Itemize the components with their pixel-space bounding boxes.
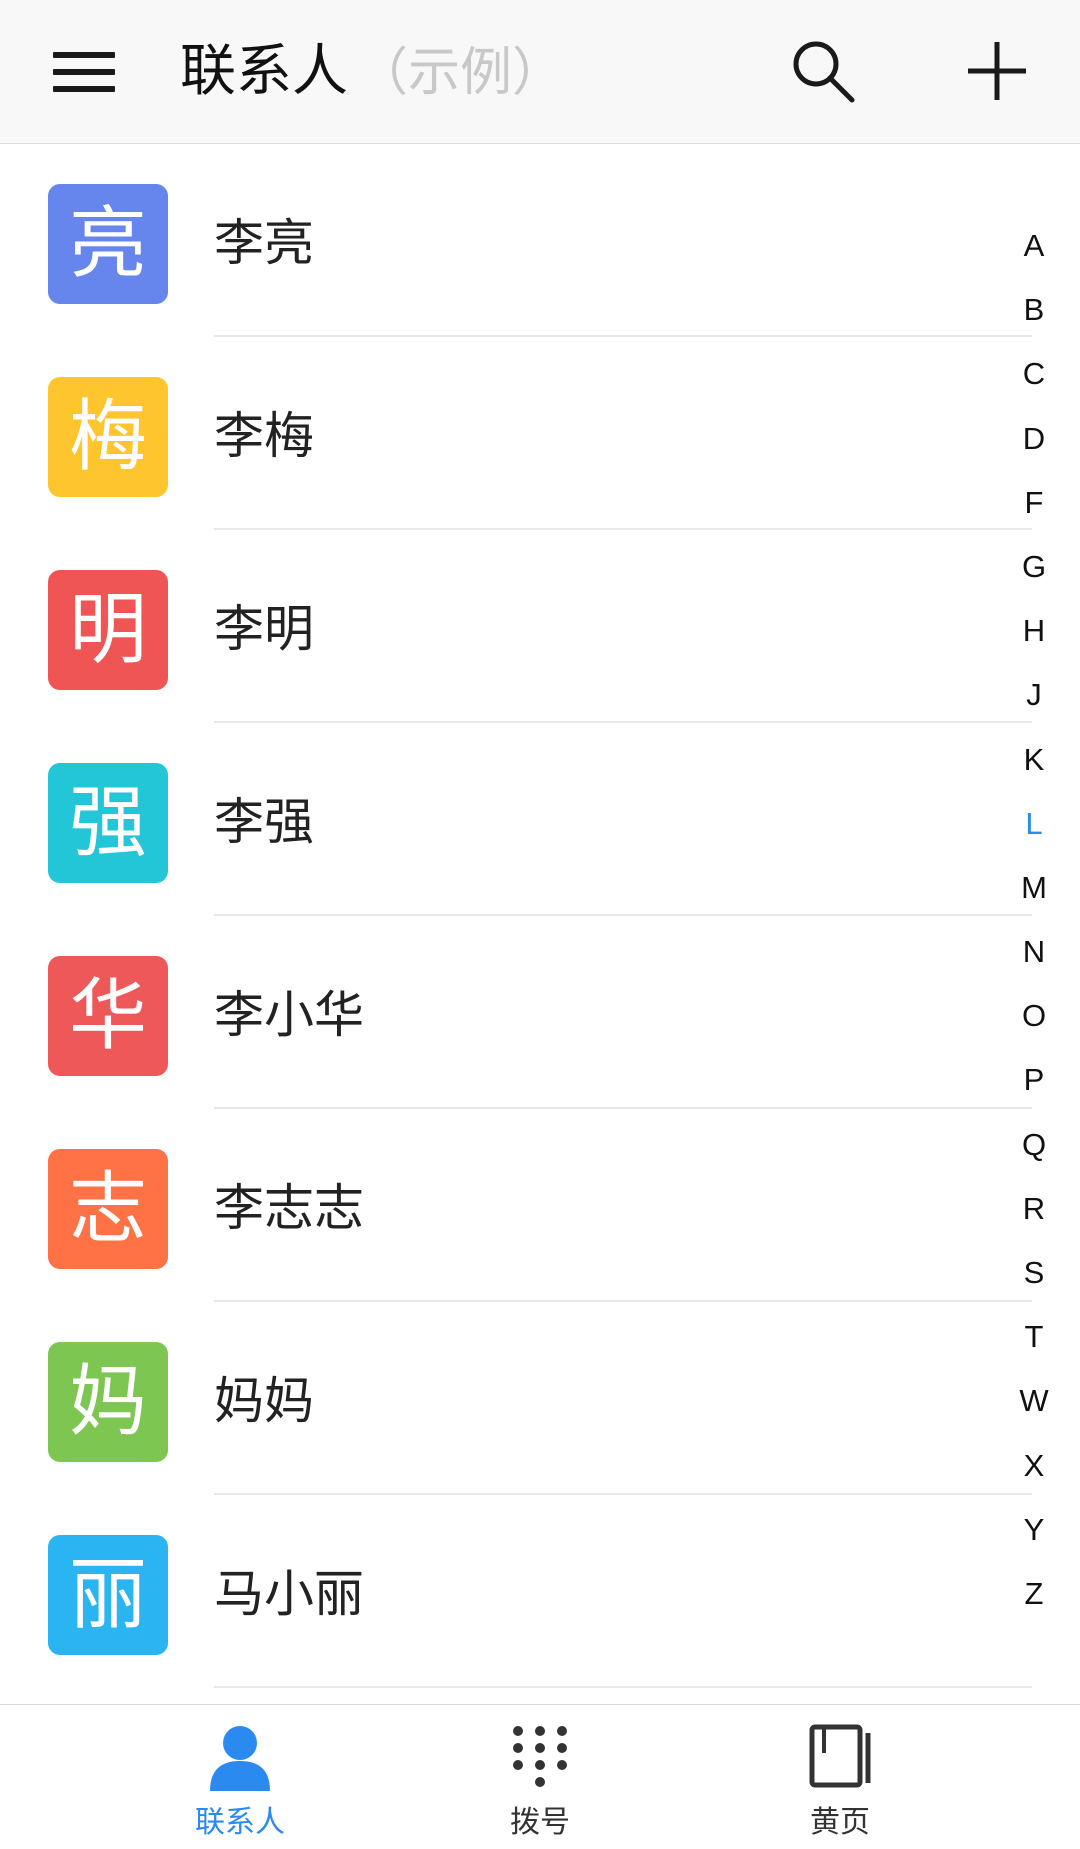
contact-avatar: 亮	[48, 184, 168, 304]
contact-avatar: 强	[48, 763, 168, 883]
book-icon	[809, 1724, 871, 1788]
index-letter[interactable]: L	[1010, 792, 1058, 856]
index-letter[interactable]: W	[1010, 1369, 1058, 1433]
index-letter[interactable]: K	[1010, 728, 1058, 792]
index-letter[interactable]: Z	[1010, 1562, 1058, 1626]
index-letter[interactable]: B	[1010, 278, 1058, 342]
contact-avatar: 志	[48, 1149, 168, 1269]
alphabet-index[interactable]: A B C D F G H J K L M N O P Q R S T W X …	[1010, 214, 1058, 1626]
index-letter[interactable]: R	[1010, 1177, 1058, 1241]
index-letter[interactable]: A	[1010, 214, 1058, 278]
contact-name: 李志志	[214, 1179, 364, 1237]
index-letter[interactable]: Y	[1010, 1498, 1058, 1562]
contact-row[interactable]: 华 李小华	[0, 916, 1080, 1109]
hamburger-menu-icon	[53, 52, 115, 58]
tab-label: 黄页	[810, 1805, 870, 1840]
tab-yellow-pages[interactable]: 黄页	[740, 1705, 940, 1849]
contact-avatar: 梅	[48, 377, 168, 497]
dialpad-icon	[513, 1726, 567, 1787]
contact-row[interactable]: 志 李志志	[0, 1109, 1080, 1302]
index-letter[interactable]: O	[1010, 984, 1058, 1048]
contact-row[interactable]: 丽 马小丽	[0, 1495, 1080, 1688]
index-letter[interactable]: Q	[1010, 1113, 1058, 1177]
search-button[interactable]	[788, 36, 858, 106]
contact-row[interactable]: 亮 李亮	[0, 144, 1080, 337]
app-header: 联系人 （示例）	[0, 0, 1080, 144]
menu-button[interactable]	[48, 44, 120, 100]
contact-name: 马小丽	[214, 1565, 364, 1623]
page-subtitle: （示例）	[356, 43, 565, 103]
index-letter[interactable]: J	[1010, 663, 1058, 727]
index-letter[interactable]: N	[1010, 920, 1058, 984]
index-letter[interactable]: M	[1010, 856, 1058, 920]
tab-dialpad[interactable]: 拨号	[440, 1705, 640, 1849]
tab-contacts[interactable]: 联系人	[140, 1705, 340, 1849]
index-letter[interactable]: P	[1010, 1048, 1058, 1112]
page-title-text: 联系人	[180, 39, 348, 104]
person-icon	[210, 1726, 270, 1791]
page-title: 联系人 （示例）	[180, 32, 564, 112]
contact-avatar: 妈	[48, 1342, 168, 1462]
tab-label: 拨号	[510, 1805, 570, 1840]
search-icon	[793, 41, 855, 103]
contact-name: 妈妈	[214, 1372, 314, 1430]
contact-row[interactable]: 梅 李梅	[0, 337, 1080, 530]
contact-name: 李小华	[214, 986, 364, 1044]
index-letter[interactable]: D	[1010, 407, 1058, 471]
index-letter[interactable]: X	[1010, 1434, 1058, 1498]
index-letter[interactable]: H	[1010, 599, 1058, 663]
index-letter[interactable]: G	[1010, 535, 1058, 599]
contact-name: 李强	[214, 793, 314, 851]
contact-name: 李明	[214, 600, 314, 658]
contact-avatar: 丽	[48, 1535, 168, 1655]
index-letter[interactable]: T	[1010, 1305, 1058, 1369]
tab-label: 联系人	[195, 1805, 285, 1840]
add-contact-button[interactable]	[962, 36, 1032, 106]
plus-icon	[968, 42, 1026, 100]
contact-name: 李梅	[214, 407, 314, 465]
contact-avatar: 华	[48, 956, 168, 1076]
index-letter[interactable]: C	[1010, 342, 1058, 406]
contact-row[interactable]: 强 李强	[0, 723, 1080, 916]
index-letter[interactable]: F	[1010, 471, 1058, 535]
bottom-tab-bar: 联系人 拨号 黄页	[0, 1704, 1080, 1849]
contact-row[interactable]: 妈 妈妈	[0, 1302, 1080, 1495]
contact-avatar: 明	[48, 570, 168, 690]
divider	[214, 1686, 1032, 1688]
contact-row[interactable]: 明 李明	[0, 530, 1080, 723]
contact-list: 亮 李亮 梅 李梅 明 李明 强 李强 华 李小华 志 李志志 妈 妈妈 丽 马…	[0, 144, 1080, 1688]
contact-name: 李亮	[214, 214, 314, 272]
index-letter[interactable]: S	[1010, 1241, 1058, 1305]
